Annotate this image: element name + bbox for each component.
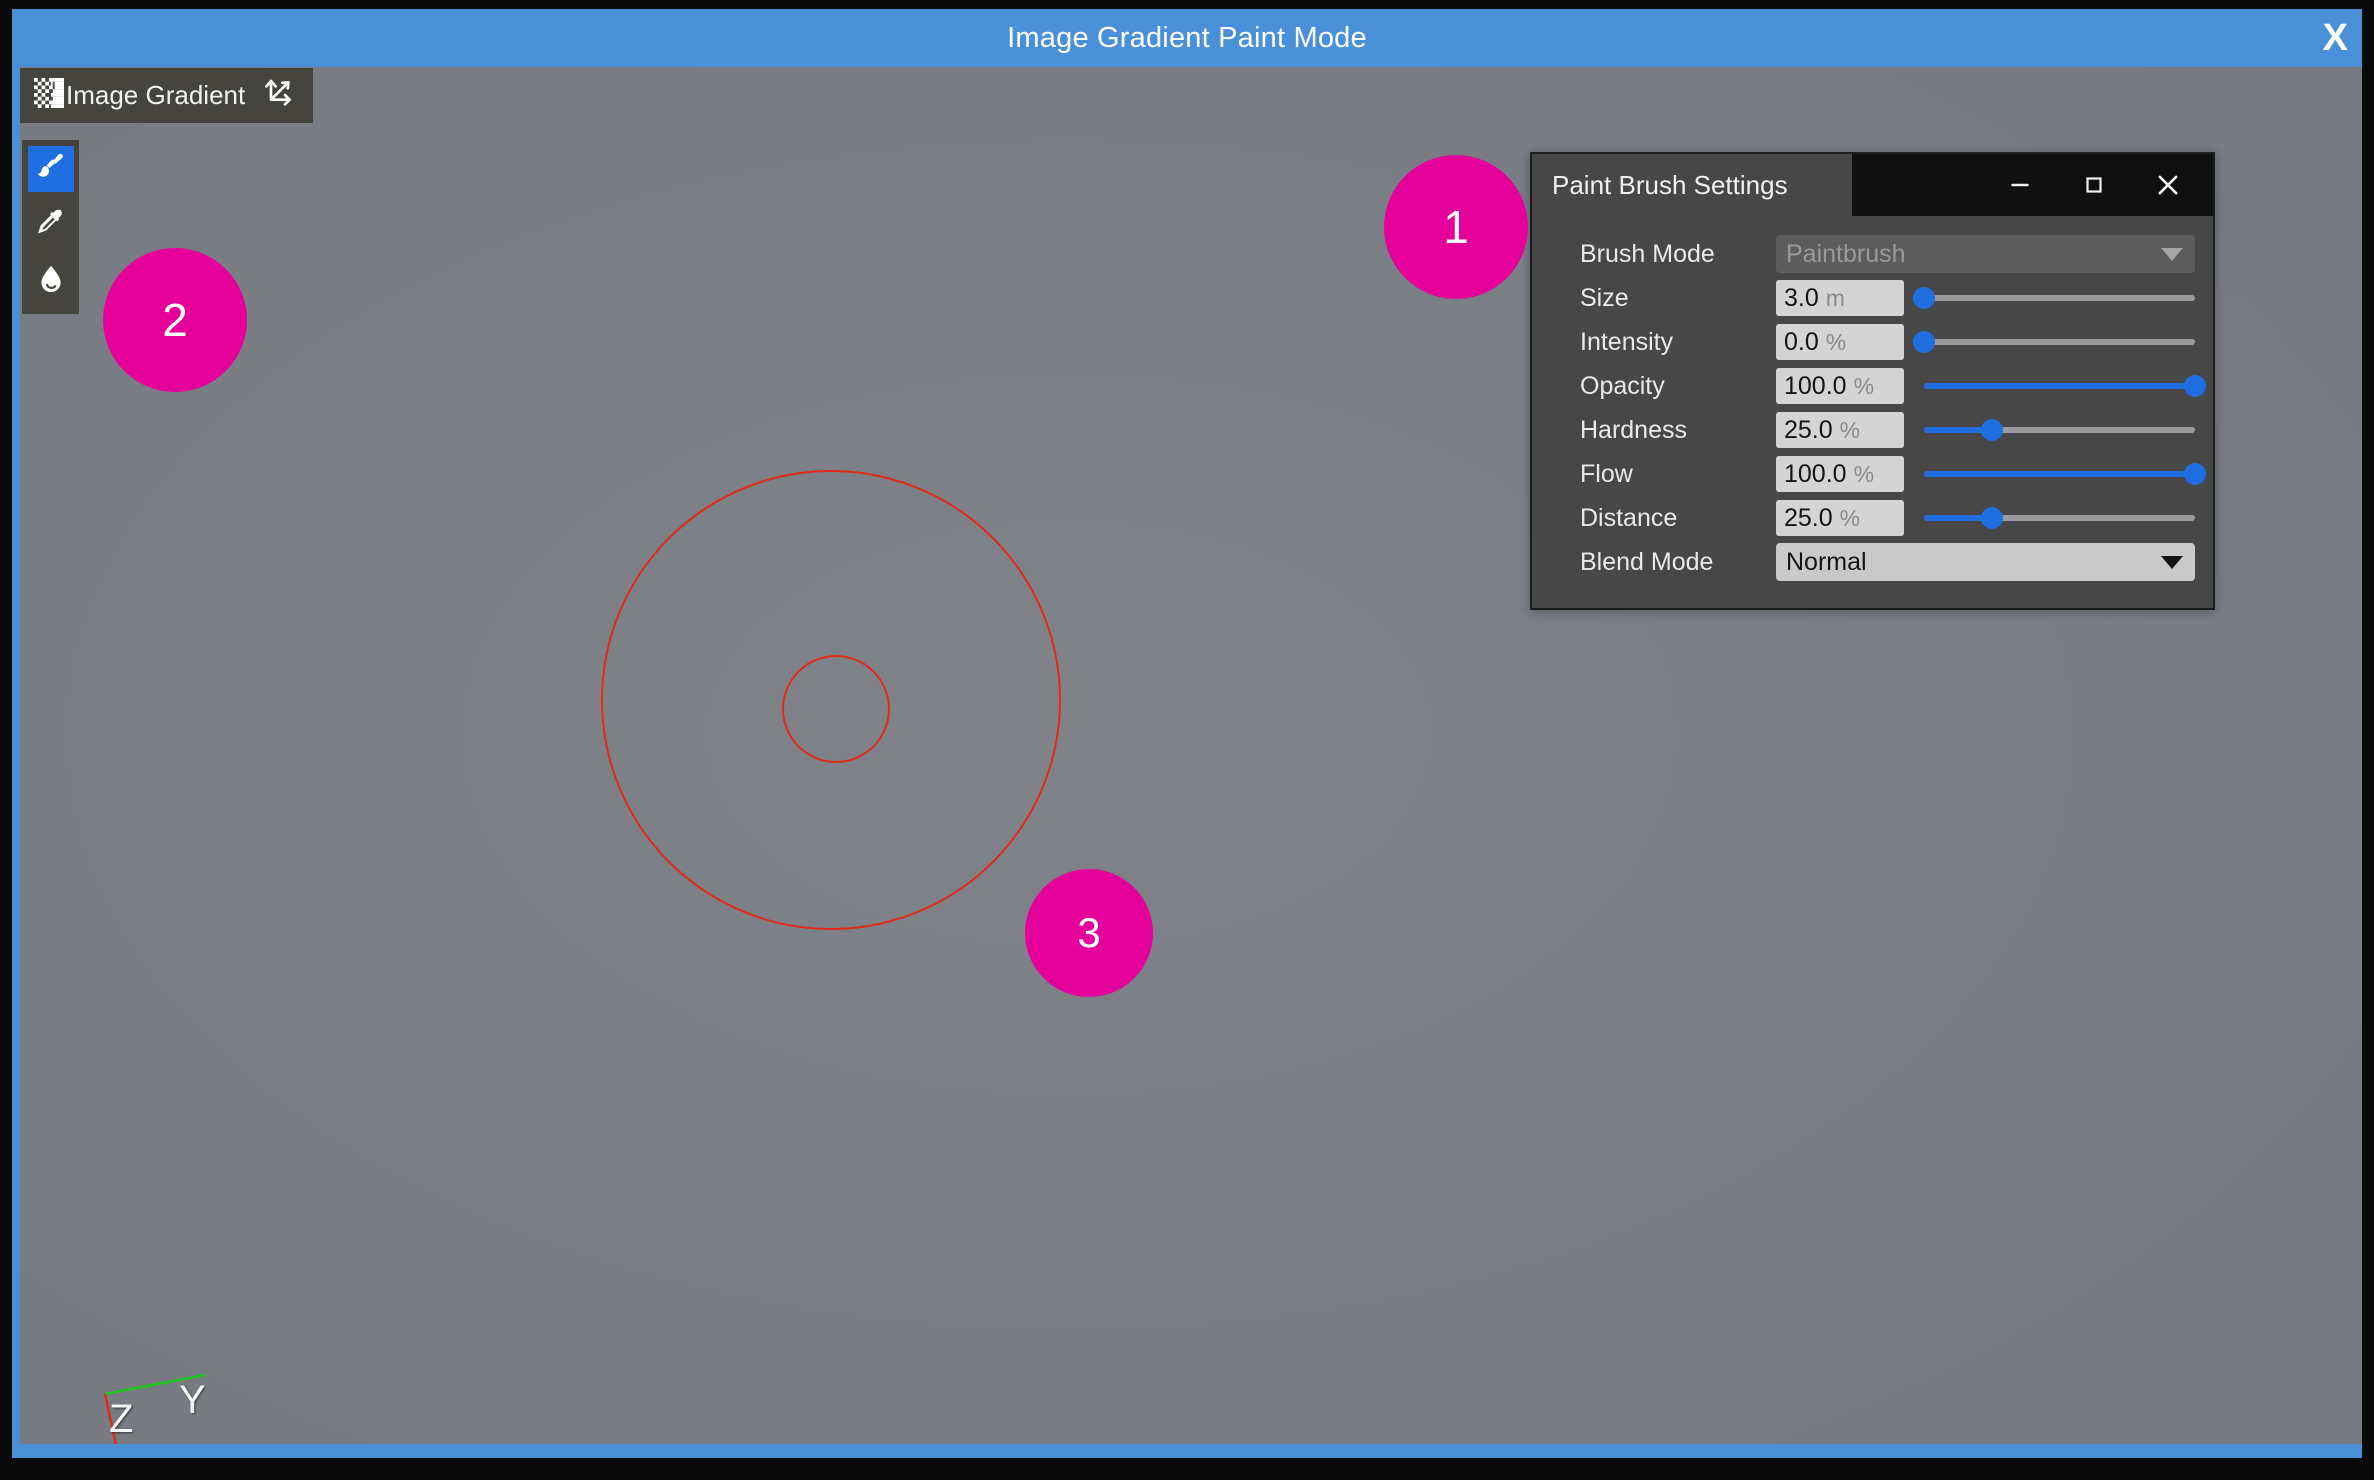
distance-value-field[interactable]: 25.0 % (1776, 500, 1904, 536)
minimize-icon[interactable] (2003, 168, 2037, 202)
opacity-unit: % (1854, 368, 1874, 404)
intensity-slider-thumb[interactable] (1913, 331, 1935, 353)
distance-slider-thumb[interactable] (1981, 507, 2003, 529)
eyedropper-icon (35, 207, 67, 244)
setting-row-intensity: Intensity 0.0 % (1546, 320, 2201, 364)
flow-unit: % (1854, 456, 1874, 492)
chevron-down-icon (2161, 556, 2183, 569)
image-gradient-tab[interactable]: Image Gradient (20, 68, 313, 123)
panel-title-tab: Paint Brush Settings (1532, 154, 1852, 216)
distance-unit: % (1840, 500, 1860, 536)
hardness-slider-thumb[interactable] (1981, 419, 2003, 441)
window-title-bar: Image Gradient Paint Mode X (12, 9, 2362, 67)
axis-label-z: Z (109, 1399, 133, 1439)
intensity-slider-track (1924, 339, 2195, 345)
chevron-down-icon (2161, 248, 2183, 261)
close-icon[interactable] (2151, 168, 2185, 202)
annotation-marker-3: 3 (1025, 869, 1153, 997)
distance-slider[interactable] (1924, 500, 2195, 536)
label-opacity: Opacity (1546, 372, 1776, 401)
size-slider-thumb[interactable] (1913, 287, 1935, 309)
flow-slider[interactable] (1924, 456, 2195, 492)
distance-value: 25.0 (1784, 500, 1833, 536)
label-hardness: Hardness (1546, 416, 1776, 445)
axis-label-y: Y (179, 1380, 206, 1420)
paint-brush-settings-panel: Paint Brush Settings (1530, 152, 2215, 610)
label-distance: Distance (1546, 504, 1776, 533)
setting-row-distance: Distance 25.0 % (1546, 496, 2201, 540)
intensity-value: 0.0 (1784, 324, 1819, 360)
color-picker-tool[interactable] (28, 202, 74, 248)
paintbrush-icon (35, 151, 67, 188)
setting-row-blend-mode: Blend Mode Normal (1546, 540, 2201, 584)
panel-title-bar[interactable]: Paint Brush Settings (1532, 154, 2213, 216)
hardness-value-field[interactable]: 25.0 % (1776, 412, 1904, 448)
panel-title: Paint Brush Settings (1552, 170, 1788, 201)
application-window: Image Gradient Paint Mode X Y Z X (0, 0, 2374, 1480)
label-blend-mode: Blend Mode (1546, 548, 1776, 577)
checkerboard-gradient-icon (34, 78, 64, 113)
blend-mode-dropdown[interactable]: Normal (1776, 543, 2195, 581)
setting-row-flow: Flow 100.0 % (1546, 452, 2201, 496)
close-x-icon[interactable]: X (2323, 19, 2348, 57)
maximize-icon[interactable] (2077, 168, 2111, 202)
label-flow: Flow (1546, 460, 1776, 489)
size-value-field[interactable]: 3.0 m (1776, 280, 1904, 316)
opacity-slider[interactable] (1924, 368, 2195, 404)
setting-row-opacity: Opacity 100.0 % (1546, 364, 2201, 408)
size-slider-track (1924, 295, 2195, 301)
flow-value: 100.0 (1784, 456, 1847, 492)
hardness-slider[interactable] (1924, 412, 2195, 448)
opacity-value: 100.0 (1784, 368, 1847, 404)
opacity-slider-thumb[interactable] (2184, 375, 2206, 397)
opacity-value-field[interactable]: 100.0 % (1776, 368, 1904, 404)
intensity-value-field[interactable]: 0.0 % (1776, 324, 1904, 360)
hardness-value: 25.0 (1784, 412, 1833, 448)
panel-body: Brush Mode Paintbrush Size 3.0 m (1532, 216, 2213, 602)
setting-row-size: Size 3.0 m (1546, 276, 2201, 320)
hardness-unit: % (1840, 412, 1860, 448)
brush-cursor-inner-ring (782, 655, 890, 763)
water-drop-icon (35, 263, 67, 300)
smudge-tool[interactable] (28, 258, 74, 304)
label-brush-mode: Brush Mode (1546, 240, 1776, 269)
size-unit: m (1826, 280, 1845, 316)
setting-row-brush-mode: Brush Mode Paintbrush (1546, 232, 2201, 276)
intensity-unit: % (1826, 324, 1846, 360)
annotation-marker-2: 2 (103, 248, 247, 392)
paintbrush-tool[interactable] (28, 146, 74, 192)
label-intensity: Intensity (1546, 328, 1776, 357)
blend-mode-value: Normal (1786, 548, 1867, 577)
viewport-border-left (12, 67, 20, 1458)
flow-value-field[interactable]: 100.0 % (1776, 456, 1904, 492)
size-slider[interactable] (1924, 280, 2195, 316)
window-title: Image Gradient Paint Mode (1007, 22, 1367, 55)
size-value: 3.0 (1784, 280, 1819, 316)
image-gradient-tab-label: Image Gradient (66, 80, 245, 111)
brush-mode-dropdown: Paintbrush (1776, 235, 2195, 273)
viewport-border-bottom (12, 1444, 2362, 1458)
intensity-slider[interactable] (1924, 324, 2195, 360)
opacity-slider-fill (1924, 383, 2195, 389)
panel-window-controls (1852, 154, 2213, 216)
brush-mode-value: Paintbrush (1786, 240, 1906, 269)
flow-slider-fill (1924, 471, 2195, 477)
axis-orientation-gizmo: Y Z X (87, 1342, 277, 1458)
label-size: Size (1546, 284, 1776, 313)
flow-slider-thumb[interactable] (2184, 463, 2206, 485)
annotation-marker-1: 1 (1384, 155, 1528, 299)
move-resize-arrows-icon[interactable] (263, 77, 295, 114)
setting-row-hardness: Hardness 25.0 % (1546, 408, 2201, 452)
paint-tool-strip (22, 140, 79, 314)
